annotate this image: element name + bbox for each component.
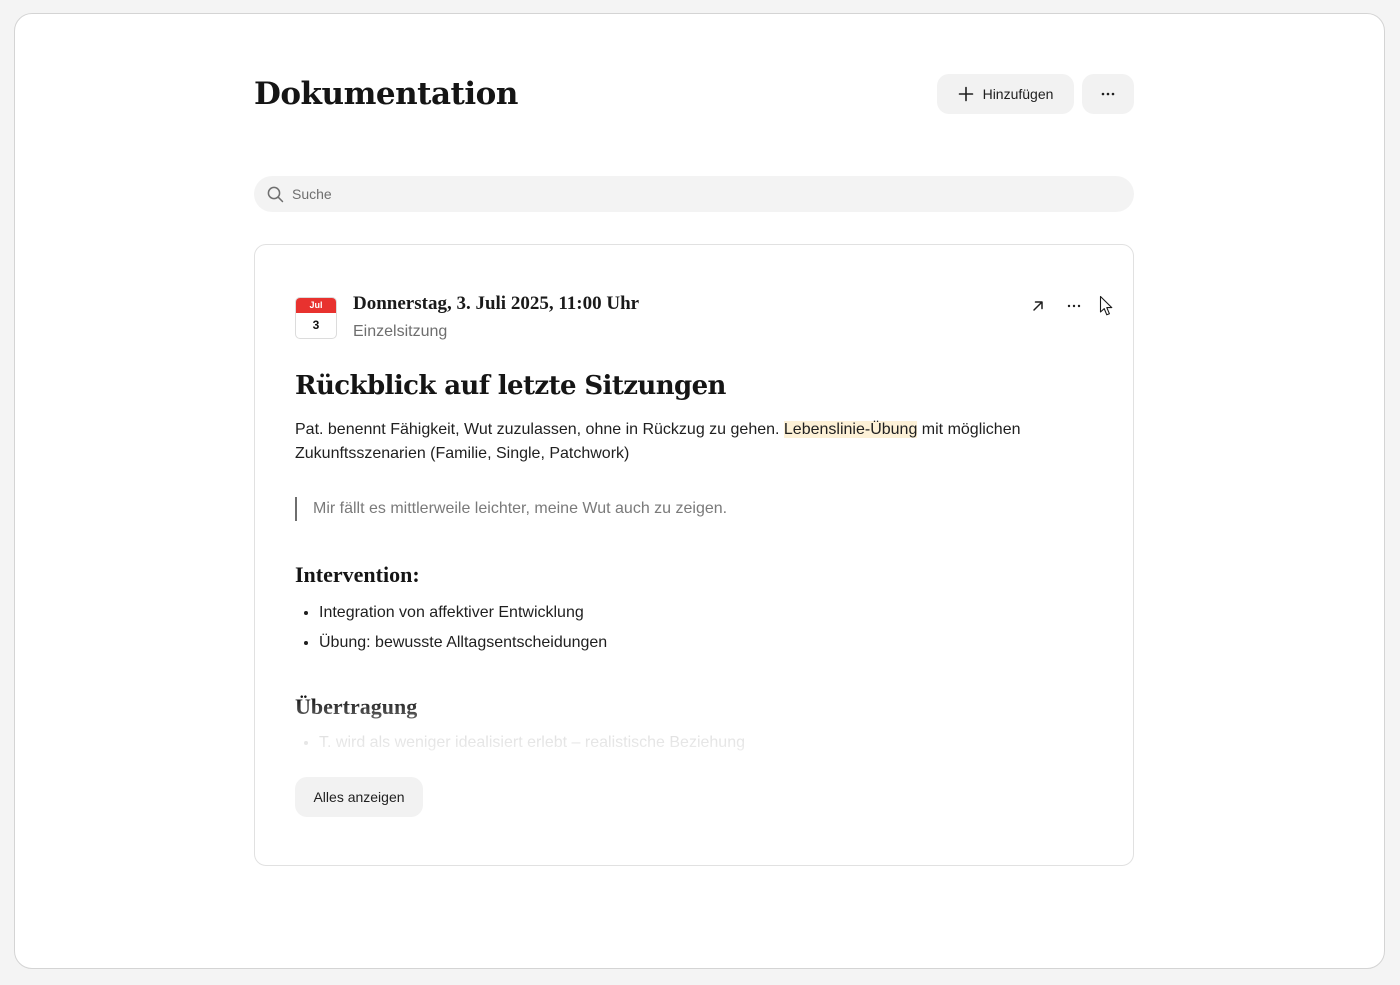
arrow-up-right-icon: [1031, 299, 1045, 313]
app-window: Dokumentation Hinzufügen Suche Jul 3 Don…: [14, 13, 1385, 969]
entry-actions: [1027, 295, 1115, 317]
highlighted-text: Lebenslinie-Übung: [783, 421, 918, 438]
search-input[interactable]: [290, 185, 1094, 203]
entry-body-text: Pat. benennt Fähigkeit, Wut zuzulassen, …: [295, 418, 1095, 466]
transfer-list: T. wird als weniger idealisiert erlebt –…: [295, 728, 745, 758]
page-title: Dokumentation: [254, 76, 518, 112]
calendar-icon: Jul 3: [295, 297, 337, 339]
mouse-cursor-icon: [1099, 295, 1115, 317]
more-horizontal-icon: [1066, 304, 1082, 308]
plus-icon: [958, 86, 974, 102]
entry-more-button[interactable]: [1063, 295, 1085, 317]
search-bar[interactable]: [254, 176, 1134, 212]
header-actions: Hinzufügen: [937, 74, 1134, 114]
list-item: Integration von affektiver Entwicklung: [319, 598, 607, 628]
list-item: T. wird als weniger idealisiert erlebt –…: [319, 728, 745, 758]
calendar-day: 3: [312, 318, 320, 332]
add-button-label: Hinzufügen: [982, 86, 1054, 102]
page-more-button[interactable]: [1082, 74, 1134, 114]
more-horizontal-icon: [1100, 92, 1116, 96]
transfer-heading: Übertragung: [295, 694, 418, 719]
calendar-month: Jul: [296, 298, 336, 313]
session-type: Einzelsitzung: [353, 323, 448, 340]
entry-body-start: Pat. benennt Fähigkeit, Wut zuzulassen, …: [295, 421, 784, 438]
patient-quote: Mir fällt es mittlerweile leichter, mein…: [295, 497, 727, 521]
search-icon: [267, 186, 284, 203]
list-item: Übung: bewusste Alltagsentscheidungen: [319, 628, 607, 658]
intervention-list: Integration von affektiver Entwicklung Ü…: [295, 598, 607, 658]
entry-title: Rückblick auf letzte Sitzungen: [295, 371, 726, 401]
add-button[interactable]: Hinzufügen: [937, 74, 1074, 114]
session-date-time: Donnerstag, 3. Juli 2025, 11:00 Uhr: [353, 293, 640, 314]
intervention-heading: Intervention:: [295, 562, 420, 587]
open-entry-button[interactable]: [1027, 295, 1049, 317]
show-all-button[interactable]: Alles anzeigen: [295, 777, 423, 817]
session-entry-card: Jul 3 Donnerstag, 3. Juli 2025, 11:00 Uh…: [254, 244, 1134, 866]
page-header: Dokumentation Hinzufügen: [254, 74, 1134, 114]
main-content: Dokumentation Hinzufügen Suche Jul 3 Don…: [254, 74, 1134, 866]
